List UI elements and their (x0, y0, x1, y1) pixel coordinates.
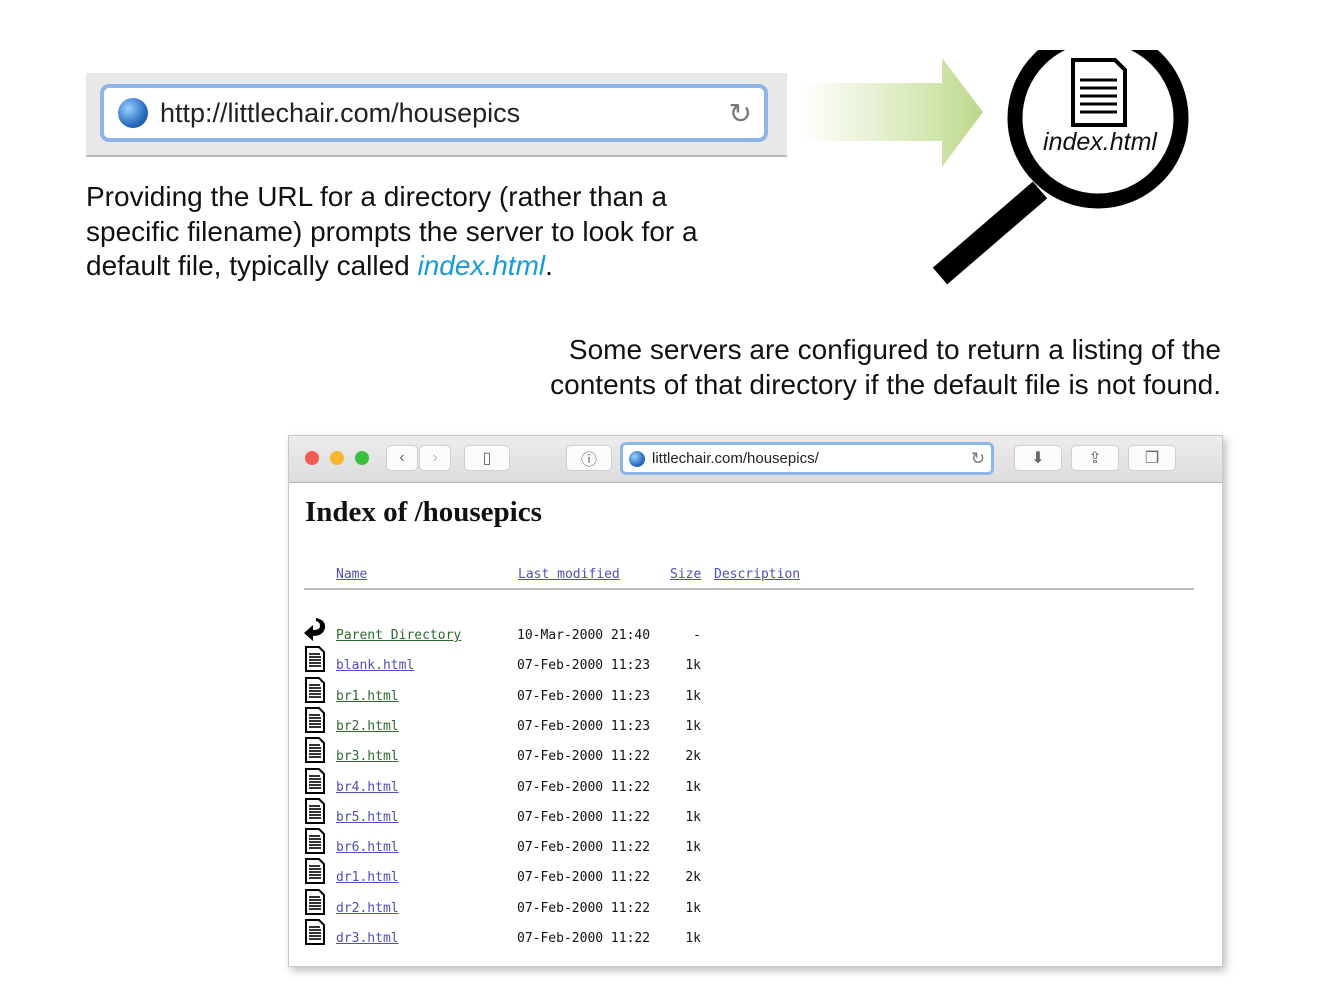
file-icon (305, 828, 325, 855)
explanation-1-end: . (545, 250, 553, 281)
browser-toolbar: ‹ › ▯ ⓘ littlechair.com/housepics/ ↻ ⬇ ⇪… (289, 436, 1222, 483)
column-size-link[interactable]: Size (670, 567, 701, 582)
page-title: Index of /housepics (305, 496, 542, 528)
file-icon (305, 858, 325, 885)
table-row: blank.html 07-Feb-2000 11:23 1k (304, 646, 724, 688)
table-row: br4.html 07-Feb-2000 11:22 1k (304, 767, 724, 810)
last-modified: 07-Feb-2000 11:23 (517, 658, 651, 674)
explanation-1-text: Providing the URL for a directory (rathe… (86, 181, 698, 281)
column-modified-link[interactable]: Last modified (518, 567, 620, 582)
file-link[interactable]: dr2.html (336, 901, 399, 916)
minimize-button[interactable] (330, 451, 344, 465)
file-icon (305, 888, 325, 915)
arrow-icon (800, 58, 983, 167)
globe-icon (118, 98, 148, 128)
last-modified: 10-Mar-2000 21:40 (517, 628, 651, 643)
reload-icon[interactable]: ↻ (971, 449, 985, 469)
file-size: 1k (685, 840, 701, 856)
file-link[interactable]: br5.html (336, 810, 399, 825)
table-row: dr2.html 07-Feb-2000 11:22 1k (304, 888, 724, 931)
file-icon (305, 737, 325, 764)
last-modified: 07-Feb-2000 11:22 (517, 749, 651, 765)
address-bar[interactable]: littlechair.com/housepics/ ↻ (620, 442, 994, 475)
file-icon (305, 797, 325, 824)
file-size: 1k (685, 900, 701, 916)
table-row: br6.html 07-Feb-2000 11:22 1k (304, 828, 724, 870)
last-modified: 07-Feb-2000 11:22 (517, 809, 651, 825)
file-size: 1k (685, 931, 701, 946)
file-icon (305, 919, 325, 945)
file-icon (305, 767, 325, 794)
privacy-icon[interactable]: ⓘ (566, 445, 612, 471)
zoom-button[interactable] (355, 451, 369, 465)
last-modified: 07-Feb-2000 11:22 (517, 900, 651, 916)
address-text: littlechair.com/housepics/ (652, 450, 819, 467)
table-row: br5.html 07-Feb-2000 11:22 1k (304, 797, 724, 840)
file-size: 2k (685, 749, 701, 765)
globe-icon (629, 450, 645, 467)
file-size: 1k (685, 809, 701, 825)
explanation-2: Some servers are configured to return a … (550, 332, 1221, 402)
arrow-and-magnifier-illustration (800, 50, 1189, 285)
file-link[interactable]: Parent Directory (336, 628, 461, 643)
file-size: 1k (685, 658, 701, 674)
file-link[interactable]: blank.html (336, 658, 414, 673)
document-icon (1071, 58, 1127, 127)
magnifier-label: index.html (1043, 128, 1157, 156)
close-button[interactable] (305, 451, 319, 465)
explanation-1: Providing the URL for a directory (rathe… (86, 180, 706, 284)
file-link[interactable]: br4.html (336, 780, 399, 795)
reload-icon[interactable]: ↻ (729, 97, 752, 130)
table-row: dr3.html 07-Feb-2000 11:22 1k (304, 919, 724, 961)
table-row: br1.html 07-Feb-2000 11:23 1k (304, 676, 724, 719)
last-modified: 07-Feb-2000 11:22 (517, 840, 651, 856)
last-modified: 07-Feb-2000 11:22 (517, 931, 651, 946)
table-row: Parent Directory 10-Mar-2000 21:40 - (304, 618, 724, 658)
table-row: br2.html 07-Feb-2000 11:23 1k (304, 706, 724, 749)
file-link[interactable]: br3.html (336, 749, 399, 764)
file-link[interactable]: br1.html (336, 689, 399, 704)
download-icon[interactable]: ⬇ (1014, 445, 1062, 471)
table-row: br3.html 07-Feb-2000 11:22 2k (304, 737, 724, 779)
file-icon (305, 646, 325, 673)
file-icon (305, 676, 325, 703)
back-arrow-icon (304, 618, 326, 641)
index-html-emphasis: index.html (417, 250, 546, 281)
last-modified: 07-Feb-2000 11:22 (517, 779, 651, 795)
file-link[interactable]: dr1.html (336, 870, 399, 885)
last-modified: 07-Feb-2000 11:22 (517, 870, 651, 886)
column-description-link[interactable]: Description (714, 567, 800, 582)
top-url-text: http://littlechair.com/housepics (160, 97, 521, 128)
table-row: dr1.html 07-Feb-2000 11:22 2k (304, 858, 724, 900)
explanation-2-line1: Some servers are configured to return a … (568, 334, 1221, 365)
file-size: 1k (685, 779, 701, 795)
file-size: 2k (685, 870, 701, 886)
file-link[interactable]: dr3.html (336, 931, 399, 946)
last-modified: 07-Feb-2000 11:23 (517, 688, 651, 704)
browser-window: ‹ › ▯ ⓘ littlechair.com/housepics/ ↻ ⬇ ⇪… (288, 435, 1223, 967)
last-modified: 07-Feb-2000 11:23 (517, 718, 651, 734)
file-link[interactable]: br2.html (336, 719, 399, 734)
file-size: 1k (685, 718, 701, 734)
back-button[interactable]: ‹ (386, 445, 418, 471)
file-icon (305, 706, 325, 733)
top-url-bar[interactable]: http://littlechair.com/housepics ↻ (100, 84, 768, 142)
file-size: 1k (685, 688, 701, 704)
tabs-icon[interactable]: ❐ (1128, 445, 1176, 471)
file-link[interactable]: br6.html (336, 840, 399, 855)
sidebar-icon[interactable]: ▯ (464, 445, 510, 471)
share-icon[interactable]: ⇪ (1071, 445, 1119, 471)
magnifier-handle (932, 181, 1048, 285)
file-size: - (693, 628, 701, 643)
divider (304, 588, 1194, 590)
forward-button[interactable]: › (419, 445, 451, 471)
column-name-link[interactable]: Name (336, 567, 367, 582)
explanation-2-line2: contents of that directory if the defaul… (550, 369, 1221, 400)
